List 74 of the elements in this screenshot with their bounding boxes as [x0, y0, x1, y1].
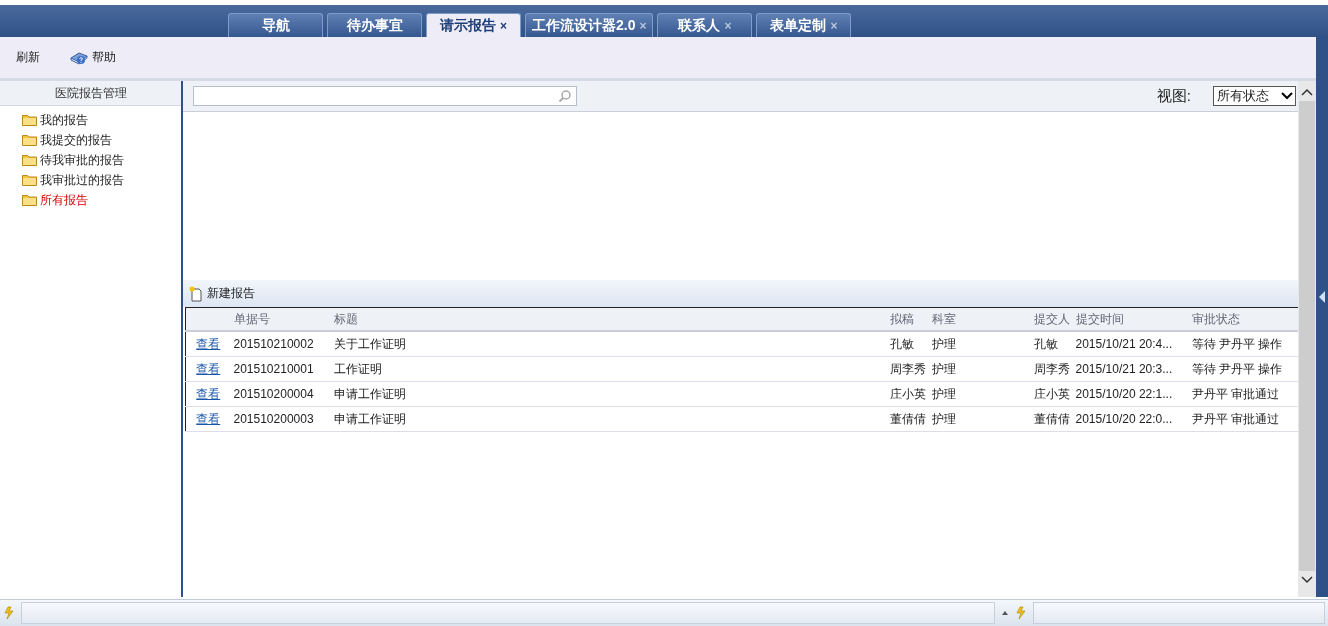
view-link[interactable]: 查看	[196, 411, 221, 426]
view-link[interactable]: 查看	[196, 336, 221, 351]
folder-icon	[22, 194, 37, 206]
table-cell: 周李秀	[886, 356, 929, 382]
column-header[interactable]: 标题	[330, 307, 887, 331]
collapse-arrow-icon[interactable]	[1319, 291, 1325, 303]
column-header[interactable]: 审批状态	[1188, 307, 1301, 331]
close-icon[interactable]: ×	[830, 18, 838, 33]
search-field[interactable]	[193, 86, 577, 106]
table-cell: 201510200004	[230, 381, 331, 407]
lightning-icon	[1015, 606, 1027, 620]
table-cell: 2015/10/20 22:1...	[1072, 381, 1189, 407]
table-cell: 孔敏	[886, 331, 929, 357]
table-cell: 2015/10/21 20:3...	[1072, 356, 1189, 382]
tab[interactable]: 工作流设计器2.0 ×	[525, 13, 654, 37]
table-cell: 2015/10/20 22:0...	[1072, 406, 1189, 432]
sidebar-title: 医院报告管理	[0, 81, 181, 106]
table-cell: 201510210001	[230, 356, 331, 382]
table-cell: 工作证明	[330, 356, 887, 382]
table-cell: 201510210002	[230, 331, 331, 357]
new-report-button[interactable]: 新建报告	[189, 285, 255, 302]
sidebar-item[interactable]: 所有报告	[22, 190, 181, 210]
refresh-button[interactable]: 刷新	[8, 47, 48, 68]
table-cell: 201510200003	[230, 406, 331, 432]
search-icon	[558, 89, 572, 103]
table-cell: 申请工作证明	[330, 381, 887, 407]
sidebar-item[interactable]: 我的报告	[22, 110, 181, 130]
folder-icon	[22, 134, 37, 146]
tab[interactable]: 导航	[228, 13, 323, 37]
column-header[interactable]: 提交人	[1030, 307, 1073, 331]
tab[interactable]: 待办事宜	[327, 13, 422, 37]
column-header[interactable]: 单据号	[230, 307, 331, 331]
column-header[interactable]: 拟稿	[886, 307, 929, 331]
close-icon[interactable]: ×	[500, 18, 507, 33]
tab[interactable]: 联系人 ×	[657, 13, 753, 37]
chevron-down-icon	[1281, 92, 1293, 100]
table-cell: 护理	[928, 356, 1031, 382]
table-cell: 庄小英	[886, 381, 929, 407]
folder-icon	[22, 154, 37, 166]
help-book-icon	[70, 49, 88, 66]
sidebar-item[interactable]: 我审批过的报告	[22, 170, 181, 190]
scroll-thumb[interactable]	[1299, 101, 1315, 571]
tab[interactable]: 表单定制 ×	[756, 13, 852, 37]
up-arrow-icon[interactable]	[1001, 610, 1009, 616]
folder-icon	[22, 174, 37, 186]
table-cell: 周李秀	[1030, 356, 1073, 382]
table-cell: 护理	[928, 381, 1031, 407]
folder-icon	[22, 114, 37, 126]
table-cell: 2015/10/21 20:4...	[1072, 331, 1189, 357]
close-icon[interactable]: ×	[724, 18, 732, 33]
table-cell: 申请工作证明	[330, 406, 887, 432]
table-cell: 孔敏	[1030, 331, 1073, 357]
view-link[interactable]: 查看	[196, 386, 221, 401]
sidebar-item[interactable]: 我提交的报告	[22, 130, 181, 150]
sidebar-item[interactable]: 待我审批的报告	[22, 150, 181, 170]
new-document-icon	[189, 285, 203, 302]
scrollbar[interactable]	[1298, 81, 1316, 597]
view-label: 视图:	[1156, 86, 1191, 106]
table-cell: 护理	[928, 406, 1031, 432]
view-link[interactable]: 查看	[196, 361, 221, 376]
column-header[interactable]: 科室	[928, 307, 1031, 331]
scroll-up-icon[interactable]	[1300, 87, 1314, 97]
column-header[interactable]: 提交时间	[1072, 307, 1189, 331]
table-cell: 董倩倩	[1030, 406, 1073, 432]
table-cell: 庄小英	[1030, 381, 1073, 407]
status-dropdown[interactable]: 所有状态	[1213, 86, 1296, 106]
tab[interactable]: 请示报告 ×	[426, 13, 521, 37]
table-cell: 关于工作证明	[330, 331, 887, 357]
close-icon[interactable]: ×	[639, 18, 647, 33]
table-cell: 董倩倩	[886, 406, 929, 432]
lightning-icon	[3, 606, 15, 620]
table-cell: 护理	[928, 331, 1031, 357]
help-button[interactable]: 帮助	[62, 47, 124, 68]
scroll-down-icon[interactable]	[1300, 575, 1314, 585]
